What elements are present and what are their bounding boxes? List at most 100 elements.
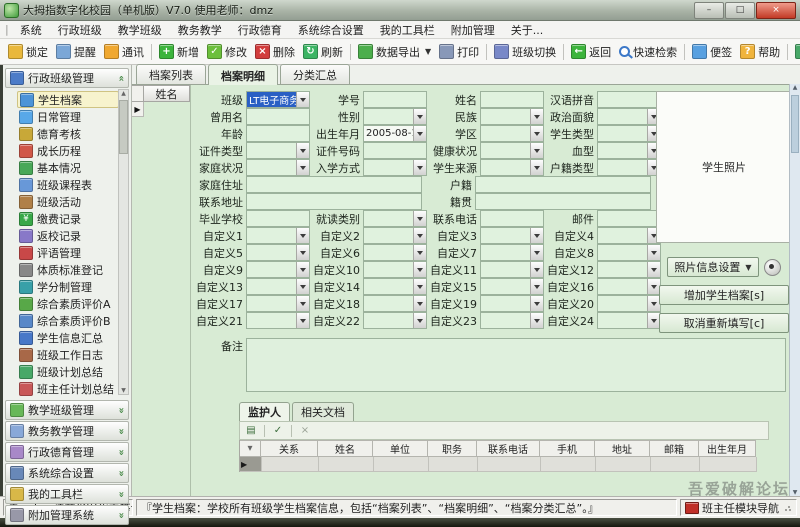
form-field[interactable]	[363, 295, 427, 312]
column-header[interactable]: 单位	[373, 440, 428, 457]
expand-chevron-icon[interactable]: »	[115, 449, 126, 455]
sidebar-item[interactable]: 学分制管理	[17, 278, 119, 295]
resize-grip[interactable]	[784, 503, 792, 512]
column-header[interactable]: 手机	[540, 440, 595, 457]
sidebar-item[interactable]: 体质标准登记	[17, 261, 119, 278]
form-field[interactable]	[597, 295, 661, 312]
dropdown-button-icon[interactable]	[296, 279, 309, 294]
sidebar-group[interactable]: 行政德育管理 »	[5, 442, 129, 462]
dropdown-button-icon[interactable]	[296, 296, 309, 311]
form-field[interactable]	[246, 125, 310, 142]
form-field[interactable]	[363, 142, 427, 159]
sidebar-item[interactable]: 班级计划总结	[17, 363, 119, 380]
form-field[interactable]	[597, 159, 661, 176]
column-header[interactable]: 关系	[261, 440, 318, 457]
sidebar-item[interactable]: 班级工作日志	[17, 346, 119, 363]
sidebar-item[interactable]: 班级活动	[17, 193, 119, 210]
sidebar-group[interactable]: 教学班级管理 »	[5, 400, 129, 420]
table-cell[interactable]	[651, 457, 700, 472]
dropdown-button-icon[interactable]	[413, 245, 426, 260]
name-column-header[interactable]: 姓名	[144, 85, 190, 102]
form-field[interactable]	[597, 261, 661, 278]
form-field[interactable]	[480, 142, 544, 159]
form-field[interactable]	[597, 244, 661, 261]
sidebar-item[interactable]: ¥ 缴费记录	[17, 210, 119, 227]
cancel-row-icon[interactable]: ×	[298, 425, 312, 436]
scroll-up-icon[interactable]: ▲	[121, 90, 126, 97]
toolbar-message-button[interactable]: 通讯	[100, 42, 148, 62]
form-field[interactable]	[597, 108, 661, 125]
toolbar-reminder-button[interactable]: 提醒	[52, 42, 100, 62]
menu-item-2[interactable]: 教学班级	[110, 21, 170, 39]
column-header[interactable]: 出生年月	[699, 440, 756, 457]
form-field[interactable]	[480, 278, 544, 295]
dropdown-button-icon[interactable]	[296, 262, 309, 277]
toolbar-search-button[interactable]: 快速检索	[615, 42, 681, 62]
dropdown-button-icon[interactable]	[413, 228, 426, 243]
form-field[interactable]	[597, 227, 661, 244]
sidebar-item[interactable]: 成长历程	[17, 142, 119, 159]
form-field[interactable]	[480, 125, 544, 142]
dropdown-button-icon[interactable]	[530, 109, 543, 124]
append-row-icon[interactable]: ▤	[244, 425, 258, 436]
sidebar-group[interactable]: 附加管理系统 »	[5, 505, 129, 525]
form-field[interactable]	[246, 210, 310, 227]
maximize-button[interactable]: □	[725, 1, 755, 19]
form-field[interactable]	[246, 142, 310, 159]
toolbar-note-button[interactable]: 便签	[688, 42, 736, 62]
form-field[interactable]	[597, 142, 661, 159]
expand-chevron-icon[interactable]: »	[115, 470, 126, 476]
row-pointer-icon[interactable]: ▶	[240, 457, 262, 472]
sidebar-item[interactable]: 综合素质评价B	[17, 312, 119, 329]
confirm-icon[interactable]: ✓	[271, 425, 285, 436]
dropdown-button-icon[interactable]	[530, 313, 543, 328]
form-field[interactable]	[475, 176, 651, 193]
table-cell[interactable]	[700, 457, 757, 472]
column-header[interactable]: 姓名	[318, 440, 373, 457]
form-field[interactable]	[480, 91, 544, 108]
toolbar-sms-globe-button[interactable]: 短信	[791, 42, 800, 62]
form-field[interactable]	[246, 278, 310, 295]
form-field[interactable]	[363, 159, 427, 176]
remark-textarea[interactable]	[246, 338, 786, 392]
form-field[interactable]	[597, 125, 661, 142]
form-field[interactable]	[597, 278, 661, 295]
form-field[interactable]	[246, 227, 310, 244]
dropdown-button-icon[interactable]	[296, 92, 309, 107]
expand-chevron-icon[interactable]: »	[115, 407, 126, 413]
close-button[interactable]: ×	[756, 1, 796, 19]
column-header[interactable]: 地址	[595, 440, 650, 457]
form-field[interactable]	[480, 312, 544, 329]
name-list-row[interactable]	[144, 102, 190, 117]
form-field[interactable]	[597, 91, 661, 108]
scroll-down-icon[interactable]: ▼	[121, 387, 126, 394]
table-cell[interactable]	[596, 457, 651, 472]
dropdown-button-icon[interactable]	[413, 109, 426, 124]
menu-item-0[interactable]: 系统	[12, 21, 50, 39]
sidebar-group[interactable]: 教务教学管理 »	[5, 421, 129, 441]
form-field[interactable]	[480, 108, 544, 125]
camera-icon[interactable]	[763, 258, 781, 276]
cancel-refill-button[interactable]: 取消重新填写[c]	[659, 313, 789, 333]
form-field[interactable]	[246, 108, 310, 125]
expand-chevron-icon[interactable]: »	[115, 512, 126, 518]
main-scrollbar[interactable]: ▲ ▼	[789, 84, 800, 496]
sidebar-item[interactable]: 班级课程表	[17, 176, 119, 193]
photo-settings-button[interactable]: 照片信息设置 ▼	[667, 257, 759, 277]
guardian-tab-监护人[interactable]: 监护人	[239, 402, 290, 421]
column-header[interactable]: 邮箱	[650, 440, 699, 457]
dropdown-button-icon[interactable]	[413, 313, 426, 328]
status-nav[interactable]: 班主任模块导航	[680, 499, 797, 516]
table-cell[interactable]	[541, 457, 596, 472]
toolbar-help-button[interactable]: ? 帮助	[736, 42, 784, 62]
dropdown-button-icon[interactable]	[530, 143, 543, 158]
menu-item-8[interactable]: 关于...	[503, 21, 552, 39]
menu-item-1[interactable]: 行政班级	[50, 21, 110, 39]
tab-分类汇总[interactable]: 分类汇总	[280, 64, 350, 84]
dropdown-button-icon[interactable]	[530, 126, 543, 141]
dropdown-button-icon[interactable]	[413, 126, 426, 141]
dropdown-button-icon[interactable]	[296, 313, 309, 328]
form-field[interactable]	[363, 227, 427, 244]
dropdown-button-icon[interactable]	[413, 279, 426, 294]
form-field[interactable]	[246, 261, 310, 278]
